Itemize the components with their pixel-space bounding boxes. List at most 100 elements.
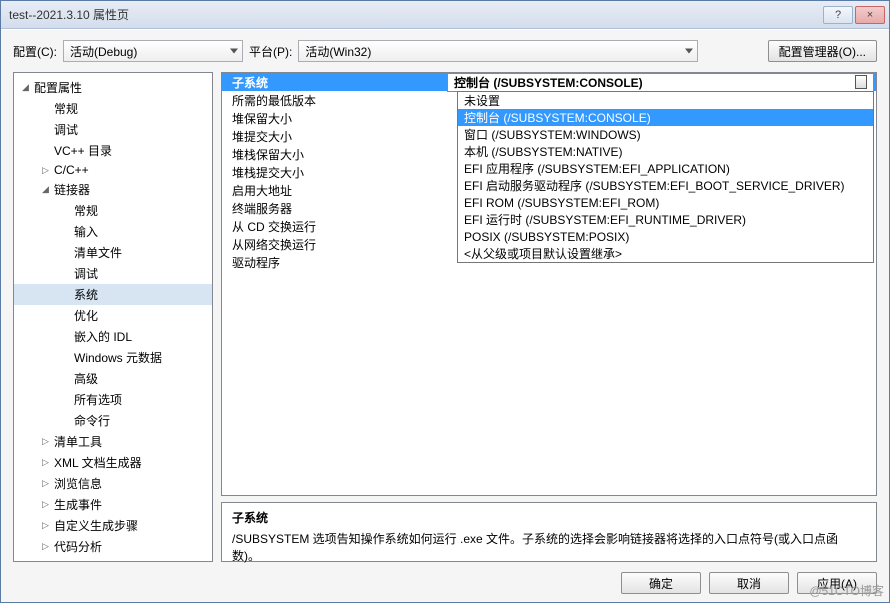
help-button[interactable]: ? — [823, 6, 853, 24]
tree-item[interactable]: ▷C/C++ — [14, 161, 212, 179]
grid-header-row[interactable]: 子系统 控制台 (/SUBSYSTEM:CONSOLE) — [222, 73, 876, 91]
subsystem-dropdown[interactable]: 未设置控制台 (/SUBSYSTEM:CONSOLE)窗口 (/SUBSYSTE… — [457, 91, 874, 263]
config-label: 配置(C): — [13, 43, 57, 60]
config-manager-label: 配置管理器(O)... — [779, 43, 866, 60]
watermark: @51CTO博客 — [809, 582, 884, 599]
tree-item[interactable]: 系统 — [14, 284, 212, 305]
tree-item-label: 清单工具 — [54, 433, 102, 450]
tree-item[interactable]: 输入 — [14, 221, 212, 242]
dropdown-item[interactable]: 控制台 (/SUBSYSTEM:CONSOLE) — [458, 109, 873, 126]
grid-row-label: 从网络交换运行 — [222, 236, 447, 253]
tree-item[interactable]: ◢链接器 — [14, 179, 212, 200]
dropdown-item[interactable]: 未设置 — [458, 92, 873, 109]
properties-dialog: test--2021.3.10 属性页 ? × 配置(C): 活动(Debug)… — [0, 0, 890, 603]
tree-item-label: XML 文档生成器 — [54, 454, 142, 471]
tree-arrow-icon: ▷ — [42, 165, 52, 176]
help-box: 子系统 /SUBSYSTEM 选项告知操作系统如何运行 .exe 文件。子系统的… — [221, 502, 877, 562]
tree-arrow-icon: ▷ — [42, 457, 52, 468]
dropdown-item[interactable]: EFI 应用程序 (/SUBSYSTEM:EFI_APPLICATION) — [458, 160, 873, 177]
tree-item-label: Windows 元数据 — [74, 349, 162, 366]
tree-item-label: 命令行 — [74, 412, 110, 429]
tree-item-label: 嵌入的 IDL — [74, 328, 132, 345]
tree-item[interactable]: 所有选项 — [14, 389, 212, 410]
tree-item[interactable]: 常规 — [14, 200, 212, 221]
tree-item-label: 系统 — [74, 286, 98, 303]
platform-value: 活动(Win32) — [305, 43, 371, 60]
platform-combo[interactable]: 活动(Win32) — [298, 40, 698, 62]
grid-row-label: 启用大地址 — [222, 182, 447, 199]
tree-item-label: 输入 — [74, 223, 98, 240]
main-area: ◢配置属性常规调试VC++ 目录▷C/C++◢链接器常规输入清单文件调试系统优化… — [13, 72, 877, 562]
config-toolbar: 配置(C): 活动(Debug) 平台(P): 活动(Win32) 配置管理器(… — [13, 40, 877, 62]
help-title: 子系统 — [232, 509, 866, 526]
config-combo[interactable]: 活动(Debug) — [63, 40, 243, 62]
tree-item[interactable]: VC++ 目录 — [14, 140, 212, 161]
tree-arrow-icon: ▷ — [42, 520, 52, 531]
help-text: /SUBSYSTEM 选项告知操作系统如何运行 .exe 文件。子系统的选择会影… — [232, 530, 866, 564]
grid-row-label: 堆保留大小 — [222, 110, 447, 127]
dropdown-item[interactable]: POSIX (/SUBSYSTEM:POSIX) — [458, 228, 873, 245]
dropdown-item[interactable]: EFI ROM (/SUBSYSTEM:EFI_ROM) — [458, 194, 873, 211]
tree-item-label: VC++ 目录 — [54, 142, 112, 159]
right-pane: 子系统 控制台 (/SUBSYSTEM:CONSOLE) 所需的最低版本堆保留大… — [221, 72, 877, 562]
tree-item[interactable]: ▷清单工具 — [14, 431, 212, 452]
tree-item[interactable]: 嵌入的 IDL — [14, 326, 212, 347]
window-title: test--2021.3.10 属性页 — [9, 6, 129, 23]
tree-item[interactable]: ▷XML 文档生成器 — [14, 452, 212, 473]
tree-item[interactable]: ▷浏览信息 — [14, 473, 212, 494]
grid-row-label: 所需的最低版本 — [222, 92, 447, 109]
tree-item[interactable]: 命令行 — [14, 410, 212, 431]
dialog-content: 配置(C): 活动(Debug) 平台(P): 活动(Win32) 配置管理器(… — [1, 29, 889, 602]
tree-item-label: 浏览信息 — [54, 475, 102, 492]
tree-arrow-icon: ◢ — [42, 184, 52, 195]
grid-header-value[interactable]: 控制台 (/SUBSYSTEM:CONSOLE) — [447, 73, 874, 92]
platform-label: 平台(P): — [249, 43, 292, 60]
grid-row-label: 堆栈保留大小 — [222, 146, 447, 163]
dropdown-item[interactable]: EFI 启动服务驱动程序 (/SUBSYSTEM:EFI_BOOT_SERVIC… — [458, 177, 873, 194]
tree-arrow-icon: ▷ — [42, 541, 52, 552]
tree-item-label: 高级 — [74, 370, 98, 387]
tree-item-label: 常规 — [74, 202, 98, 219]
titlebar: test--2021.3.10 属性页 ? × — [1, 1, 889, 29]
grid-row-label: 堆提交大小 — [222, 128, 447, 145]
tree-item-label: 常规 — [54, 100, 78, 117]
tree-item-label: C/C++ — [54, 163, 89, 177]
grid-row-label: 终端服务器 — [222, 200, 447, 217]
tree-item[interactable]: ▷生成事件 — [14, 494, 212, 515]
tree-item[interactable]: ◢配置属性 — [14, 77, 212, 98]
tree-item[interactable]: 调试 — [14, 263, 212, 284]
dropdown-item[interactable]: <从父级或项目默认设置继承> — [458, 245, 873, 262]
tree-item[interactable]: 清单文件 — [14, 242, 212, 263]
tree-item[interactable]: 常规 — [14, 98, 212, 119]
tree-item-label: 生成事件 — [54, 496, 102, 513]
tree-item-label: 调试 — [74, 265, 98, 282]
dropdown-item[interactable]: 窗口 (/SUBSYSTEM:WINDOWS) — [458, 126, 873, 143]
close-button[interactable]: × — [855, 6, 885, 24]
dialog-footer: 确定 取消 应用(A) — [13, 562, 877, 594]
tree-item[interactable]: Windows 元数据 — [14, 347, 212, 368]
tree-item[interactable]: 调试 — [14, 119, 212, 140]
grid-row-label: 堆栈提交大小 — [222, 164, 447, 181]
tree-arrow-icon: ▷ — [42, 499, 52, 510]
tree-item-label: 配置属性 — [34, 79, 82, 96]
dropdown-item[interactable]: EFI 运行时 (/SUBSYSTEM:EFI_RUNTIME_DRIVER) — [458, 211, 873, 228]
tree-item-label: 调试 — [54, 121, 78, 138]
category-tree[interactable]: ◢配置属性常规调试VC++ 目录▷C/C++◢链接器常规输入清单文件调试系统优化… — [13, 72, 213, 562]
config-manager-button[interactable]: 配置管理器(O)... — [768, 40, 877, 62]
cancel-button[interactable]: 取消 — [709, 572, 789, 594]
tree-item[interactable]: 高级 — [14, 368, 212, 389]
grid-row-label: 驱动程序 — [222, 254, 447, 271]
ok-button[interactable]: 确定 — [621, 572, 701, 594]
tree-arrow-icon: ◢ — [22, 82, 32, 93]
tree-arrow-icon: ▷ — [42, 478, 52, 489]
dropdown-item[interactable]: 本机 (/SUBSYSTEM:NATIVE) — [458, 143, 873, 160]
grid-header-label: 子系统 — [222, 74, 447, 91]
tree-item-label: 自定义生成步骤 — [54, 517, 138, 534]
tree-item[interactable]: ▷代码分析 — [14, 536, 212, 557]
tree-item-label: 优化 — [74, 307, 98, 324]
tree-item[interactable]: 优化 — [14, 305, 212, 326]
tree-item-label: 所有选项 — [74, 391, 122, 408]
tree-arrow-icon: ▷ — [42, 436, 52, 447]
tree-item[interactable]: ▷自定义生成步骤 — [14, 515, 212, 536]
tree-item-label: 链接器 — [54, 181, 90, 198]
